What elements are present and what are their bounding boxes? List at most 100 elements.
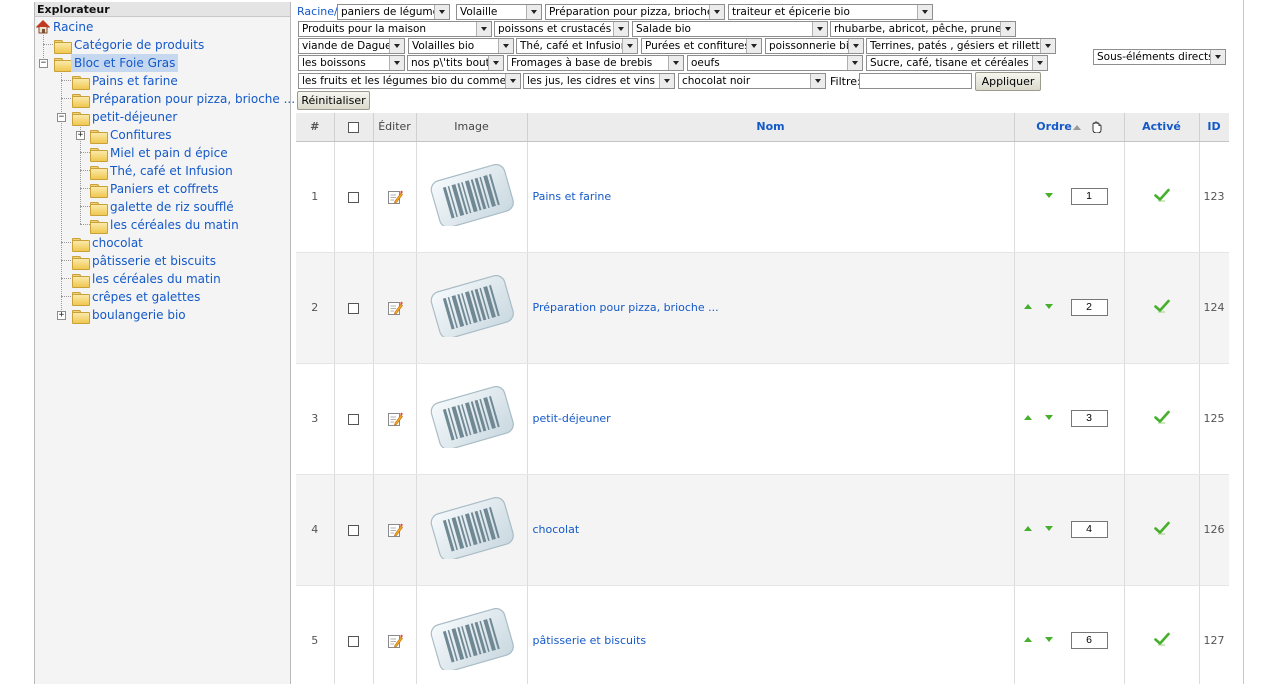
move-up-icon[interactable] bbox=[1023, 636, 1032, 642]
reset-button[interactable]: Réinitialiser bbox=[297, 91, 370, 110]
header-order[interactable]: Ordre bbox=[1014, 113, 1125, 142]
filter-input[interactable] bbox=[859, 73, 972, 89]
row-name-link[interactable]: chocolat bbox=[533, 523, 580, 536]
header-active[interactable]: Activé bbox=[1124, 113, 1200, 142]
active-check-icon[interactable] bbox=[1153, 521, 1170, 535]
tree-label[interactable]: boulangerie bio bbox=[92, 306, 186, 324]
tree-node-racine[interactable]: Racine bbox=[35, 18, 285, 36]
tree-label[interactable]: les céréales du matin bbox=[110, 216, 239, 234]
active-check-icon[interactable] bbox=[1153, 410, 1170, 424]
active-check-icon[interactable] bbox=[1153, 632, 1170, 646]
move-up-icon[interactable] bbox=[1023, 303, 1032, 309]
row-name-link[interactable]: pâtisserie et biscuits bbox=[533, 634, 647, 647]
tree-label[interactable]: Confitures bbox=[110, 126, 172, 144]
row-name-link[interactable]: Pains et farine bbox=[533, 190, 612, 203]
tree-label[interactable]: chocolat bbox=[92, 234, 143, 252]
category-select[interactable]: Sucre, café, tisane et céréales bio bbox=[866, 55, 1048, 71]
order-input[interactable] bbox=[1070, 520, 1108, 538]
category-select[interactable]: Salade bio bbox=[632, 21, 828, 37]
move-up-icon[interactable] bbox=[1023, 525, 1032, 531]
select-all-checkbox[interactable] bbox=[348, 121, 359, 133]
row-name-link[interactable]: petit-déjeuner bbox=[533, 412, 611, 425]
tree-label[interactable]: les céréales du matin bbox=[92, 270, 221, 288]
category-select[interactable]: rhubarbe, abricot, pêche, prune bbox=[830, 21, 1016, 37]
tree-node-child[interactable]: pâtisserie et biscuits bbox=[35, 252, 285, 270]
row-checkbox[interactable] bbox=[348, 302, 359, 314]
move-down-icon[interactable] bbox=[1044, 636, 1053, 642]
tree-node-child[interactable]: les céréales du matin bbox=[35, 216, 285, 234]
breadcrumb-racine[interactable]: Racine/ bbox=[297, 5, 338, 18]
tree-node-bloc-foie-gras[interactable]: − Bloc et Foie Gras bbox=[35, 54, 285, 72]
tree-node-child[interactable]: chocolat bbox=[35, 234, 285, 252]
move-down-icon[interactable] bbox=[1044, 192, 1053, 198]
category-select[interactable]: poissons et crustacés bbox=[494, 21, 629, 37]
category-select[interactable]: Volaille bbox=[456, 4, 542, 20]
collapse-toggle-icon[interactable]: − bbox=[39, 59, 48, 68]
drag-hand-icon[interactable] bbox=[1090, 121, 1102, 134]
move-down-icon[interactable] bbox=[1044, 303, 1053, 309]
tree-label[interactable]: Pains et farine bbox=[92, 72, 178, 90]
active-check-icon[interactable] bbox=[1153, 299, 1170, 313]
category-select[interactable]: nos p\'tits bouts bbox=[407, 55, 504, 71]
row-checkbox[interactable] bbox=[348, 191, 359, 203]
move-up-icon[interactable] bbox=[1023, 414, 1032, 420]
tree-label[interactable]: Préparation pour pizza, brioche ... bbox=[92, 90, 295, 108]
tree-node-child[interactable]: Miel et pain d épice bbox=[35, 144, 285, 162]
active-check-icon[interactable] bbox=[1153, 188, 1170, 202]
category-select[interactable]: poissonnerie bio bbox=[765, 38, 864, 54]
header-id[interactable]: ID bbox=[1199, 113, 1229, 142]
order-input[interactable] bbox=[1070, 187, 1108, 205]
order-input[interactable] bbox=[1070, 298, 1108, 316]
category-select[interactable]: viande de Daguet bbox=[298, 38, 405, 54]
category-select[interactable]: traiteur et épicerie bio bbox=[728, 4, 933, 20]
move-down-icon[interactable] bbox=[1044, 414, 1053, 420]
category-select[interactable]: chocolat noir bbox=[678, 73, 826, 89]
edit-icon[interactable] bbox=[387, 522, 403, 538]
tree-node-categorie[interactable]: Catégorie de produits bbox=[35, 36, 285, 54]
collapse-toggle-icon[interactable]: − bbox=[57, 113, 66, 122]
tree-label-bloc-foie-gras[interactable]: Bloc et Foie Gras bbox=[71, 54, 179, 72]
category-select[interactable]: paniers de légumes bbox=[337, 4, 450, 20]
scope-select[interactable]: Sous-éléments directs bbox=[1093, 49, 1226, 65]
order-input[interactable] bbox=[1070, 409, 1108, 427]
category-select[interactable]: Purées et confitures bbox=[641, 38, 762, 54]
tree-node-child[interactable]: galette de riz soufflé bbox=[35, 198, 285, 216]
header-order-label[interactable]: Ordre bbox=[1036, 120, 1072, 133]
apply-button[interactable]: Appliquer bbox=[975, 72, 1041, 91]
tree-node-confitures[interactable]: + Confitures bbox=[35, 126, 285, 144]
tree-node-child[interactable]: Paniers et coffrets bbox=[35, 180, 285, 198]
tree-node-child[interactable]: Thé, café et Infusion bbox=[35, 162, 285, 180]
header-name[interactable]: Nom bbox=[527, 113, 1015, 142]
tree-label[interactable]: petit-déjeuner bbox=[92, 108, 177, 126]
tree-label[interactable]: Miel et pain d épice bbox=[110, 144, 228, 162]
edit-icon[interactable] bbox=[387, 189, 403, 205]
category-select[interactable]: Fromages à base de brebis bbox=[507, 55, 684, 71]
move-down-icon[interactable] bbox=[1044, 525, 1053, 531]
category-select[interactable]: les boissons bbox=[298, 55, 405, 71]
tree-node-child[interactable]: crêpes et galettes bbox=[35, 288, 285, 306]
expand-toggle-icon[interactable]: + bbox=[76, 131, 85, 140]
category-select[interactable]: oeufs bbox=[687, 55, 863, 71]
tree-label[interactable]: Thé, café et Infusion bbox=[110, 162, 233, 180]
edit-icon[interactable] bbox=[387, 411, 403, 427]
category-select[interactable]: les fruits et les légumes bio du commerç… bbox=[298, 73, 521, 89]
edit-icon[interactable] bbox=[387, 633, 403, 649]
tree-label-categorie[interactable]: Catégorie de produits bbox=[74, 36, 204, 54]
tree-label[interactable]: crêpes et galettes bbox=[92, 288, 200, 306]
header-name-label[interactable]: Nom bbox=[756, 120, 784, 133]
tree-label[interactable]: pâtisserie et biscuits bbox=[92, 252, 216, 270]
page-scrollbar[interactable] bbox=[1243, 0, 1266, 684]
category-select[interactable]: Thé, café et Infusion bbox=[516, 38, 638, 54]
category-select[interactable]: les jus, les cidres et vins bio bbox=[523, 73, 675, 89]
row-name-link[interactable]: Préparation pour pizza, brioche ... bbox=[533, 301, 719, 314]
tree-label[interactable]: Paniers et coffrets bbox=[110, 180, 219, 198]
edit-icon[interactable] bbox=[387, 300, 403, 316]
tree-node-child[interactable]: les céréales du matin bbox=[35, 270, 285, 288]
category-select[interactable]: Préparation pour pizza, brioche ... bbox=[545, 4, 725, 20]
tree-label-racine[interactable]: Racine bbox=[53, 18, 93, 36]
tree-node-boulangerie[interactable]: + boulangerie bio bbox=[35, 306, 285, 324]
tree-label[interactable]: galette de riz soufflé bbox=[110, 198, 234, 216]
tree-node-child[interactable]: Préparation pour pizza, brioche ... bbox=[35, 90, 295, 108]
tree-node-petit-dejeuner[interactable]: − petit-déjeuner bbox=[35, 108, 285, 126]
tree-node-child[interactable]: Pains et farine bbox=[35, 72, 285, 90]
